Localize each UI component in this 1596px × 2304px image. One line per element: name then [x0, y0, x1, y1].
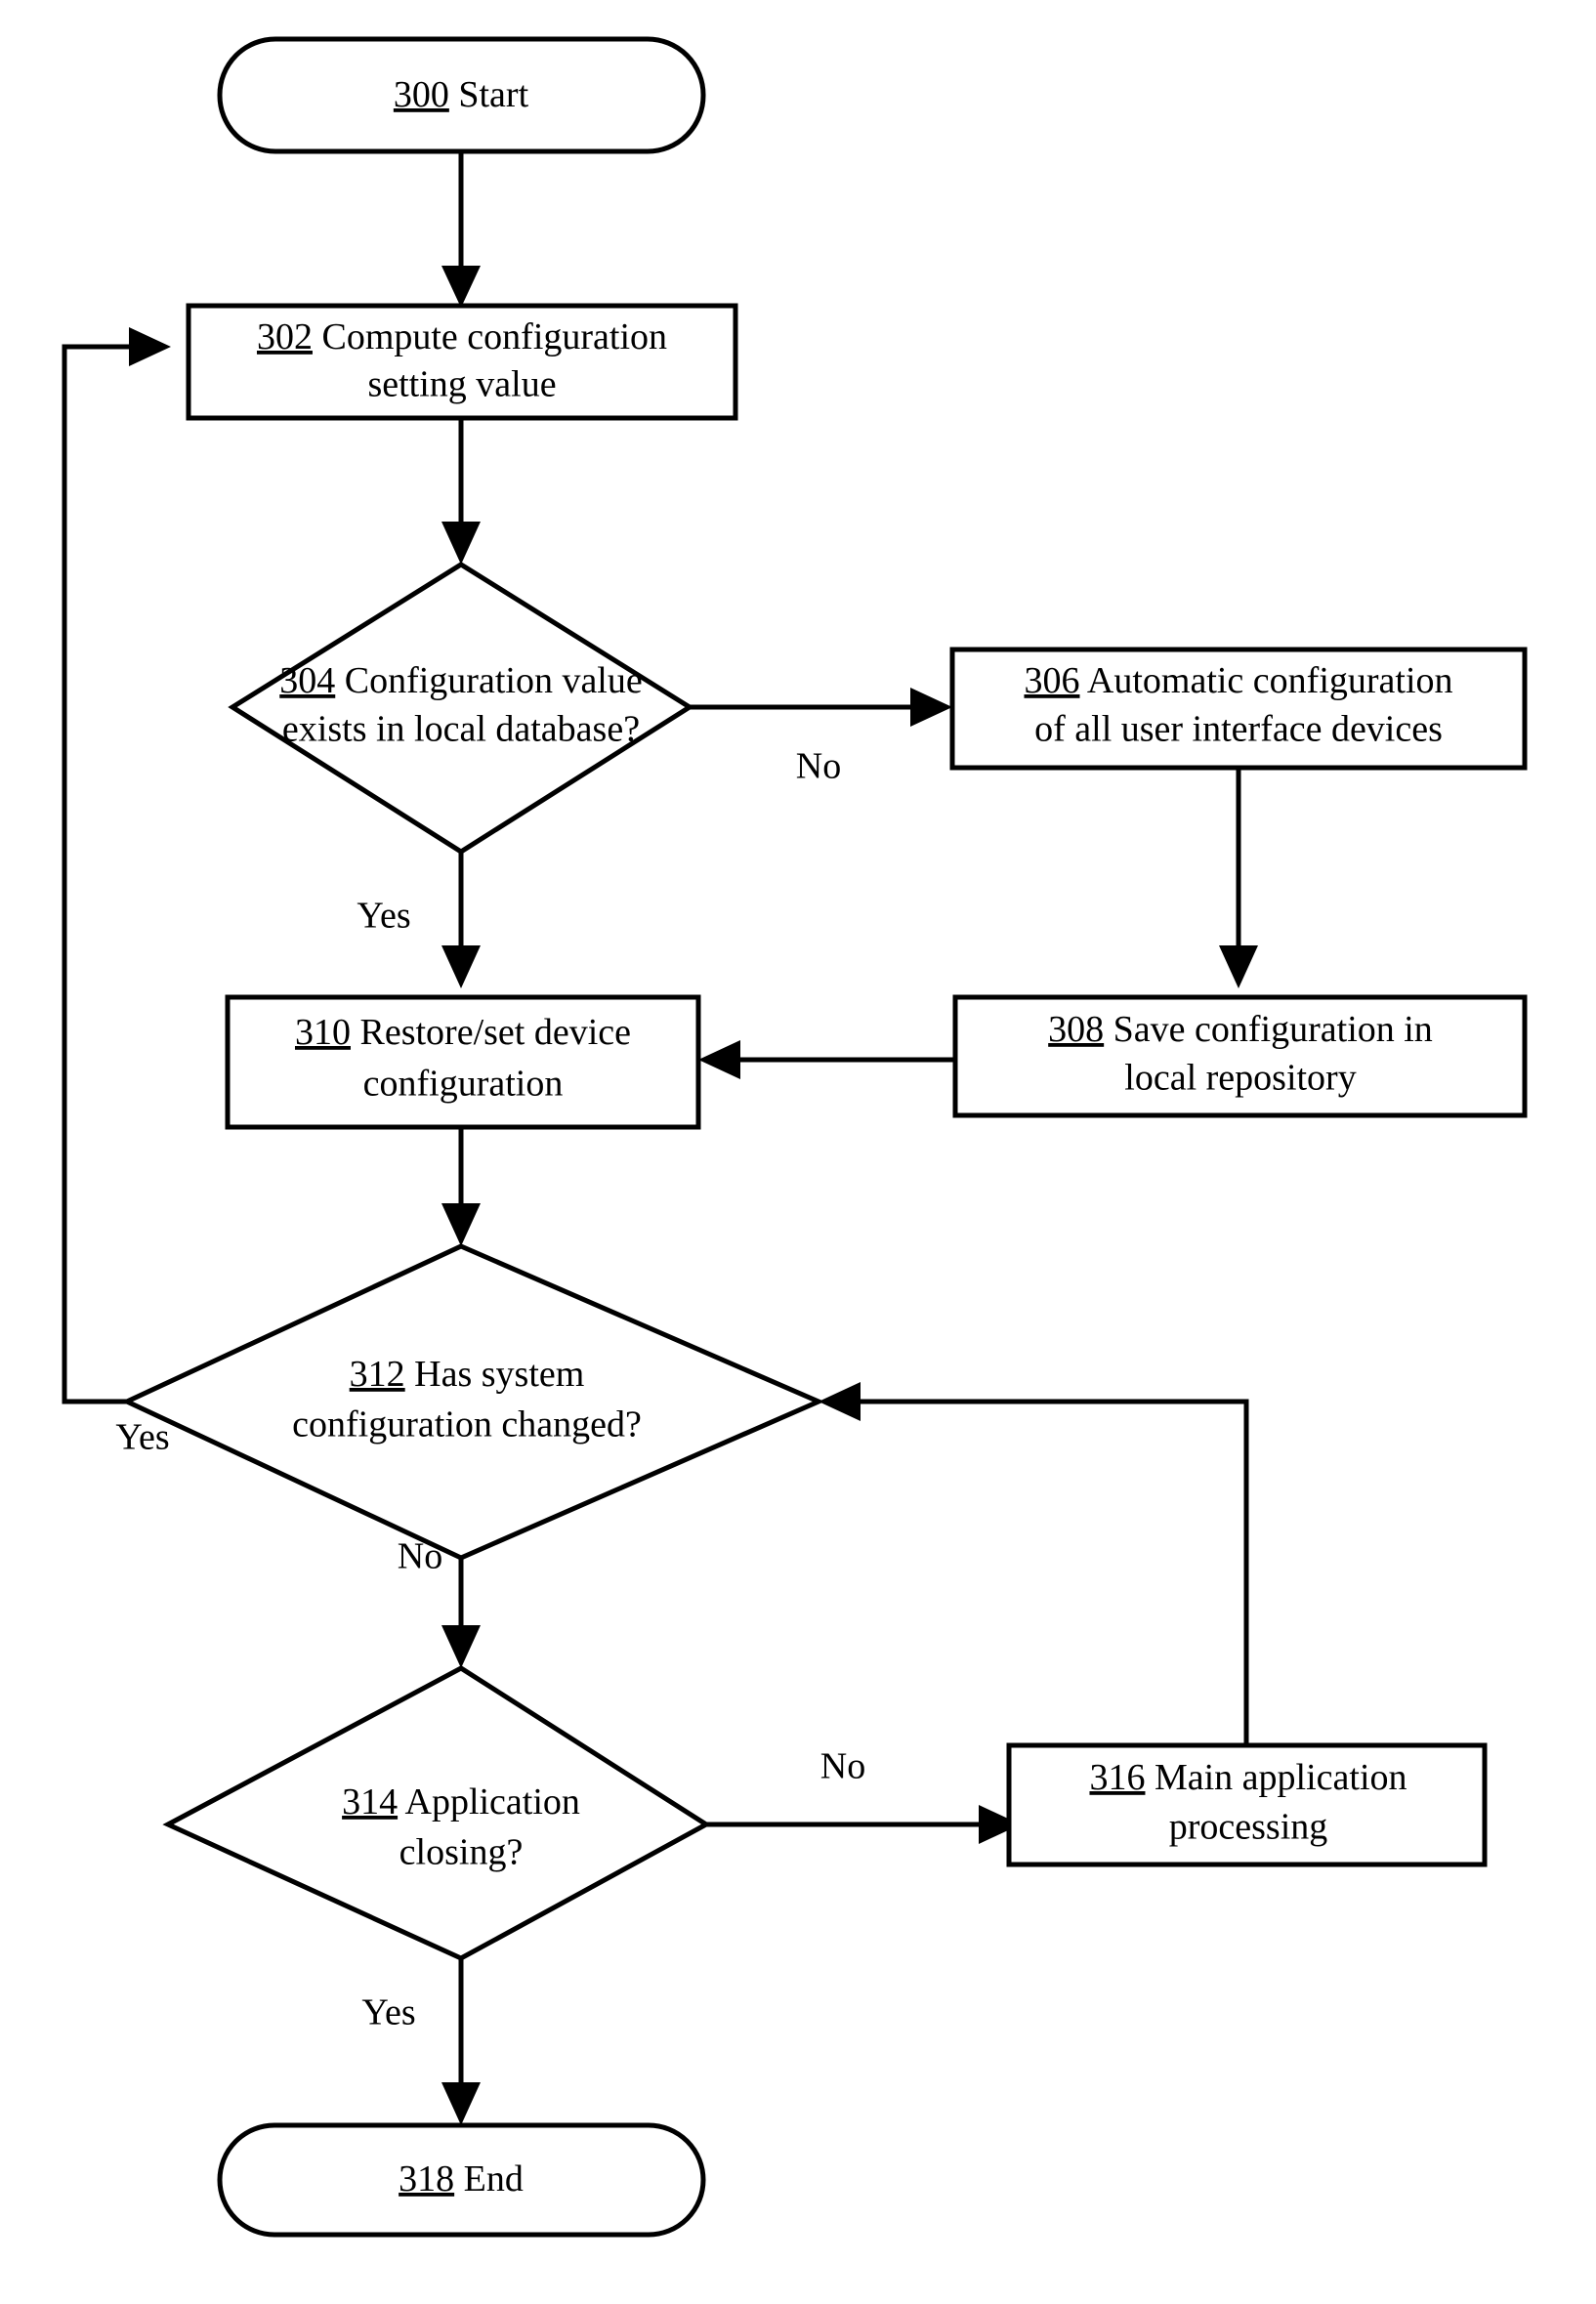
- node-302-compute-configuration[interactable]: 302 Compute configuration setting value: [186, 303, 738, 421]
- node-310-label-line2: configuration: [363, 1064, 564, 1105]
- node-316-main-application-processing[interactable]: 316 Main application processing: [1006, 1742, 1488, 1867]
- edge-300-to-302: [441, 151, 481, 308]
- arrowhead-down-icon: [1219, 945, 1258, 988]
- edge-316-to-312: [819, 1382, 1249, 1745]
- edge-label-314-no: No: [820, 1746, 865, 1787]
- edge-306-to-308: [1219, 768, 1258, 988]
- node-310-restore-set-device[interactable]: 310 Restore/set device configuration: [225, 994, 701, 1130]
- node-312-label-line2: configuration changed?: [292, 1404, 642, 1445]
- edge-310-to-312: [441, 1127, 481, 1246]
- edge-314-to-316-no: [706, 1805, 1021, 1844]
- arrowhead-left-icon: [698, 1040, 740, 1079]
- arrowhead-down-icon: [441, 945, 481, 988]
- arrowhead-right-icon: [129, 327, 171, 366]
- arrowhead-left-icon: [819, 1382, 861, 1421]
- edge-label-312-no: No: [398, 1536, 442, 1577]
- node-304-config-exists-decision[interactable]: 304 Configuration value exists in local …: [228, 562, 694, 855]
- edge-312-to-302-yes: [62, 327, 171, 1404]
- flowchart-page: 300 Start 302 Compute configuration sett…: [0, 0, 1596, 2304]
- node-312-config-changed-decision[interactable]: 312 Has system configuration changed?: [121, 1243, 825, 1561]
- node-314-label-line1: 314 Application: [342, 1781, 580, 1822]
- arrowhead-right-icon: [910, 688, 952, 727]
- node-312-label-line1: 312 Has system: [350, 1354, 585, 1395]
- node-304-label-line1: 304 Configuration value: [279, 660, 642, 701]
- node-302-label-line2: setting value: [367, 364, 556, 405]
- node-shape-decision: [121, 1243, 825, 1561]
- arrowhead-down-icon: [441, 522, 481, 565]
- edge-line: [858, 1399, 1249, 1745]
- edge-label-304-no: No: [796, 746, 841, 787]
- arrowhead-down-icon: [441, 2082, 481, 2125]
- edge-line: [62, 344, 147, 1404]
- node-318-label: 318 End: [399, 2158, 524, 2199]
- node-308-label-line1: 308 Save configuration in: [1048, 1009, 1433, 1050]
- node-318-end[interactable]: 318 End: [217, 2122, 706, 2238]
- arrowhead-down-icon: [441, 1203, 481, 1246]
- node-316-label-line1: 316 Main application: [1089, 1757, 1407, 1798]
- node-316-label-line2: processing: [1169, 1807, 1328, 1848]
- node-306-label-line2: of all user interface devices: [1034, 709, 1443, 750]
- node-306-label-line1: 306 Automatic configuration: [1024, 660, 1452, 701]
- edge-label-304-yes: Yes: [357, 896, 410, 937]
- node-306-automatic-configuration[interactable]: 306 Automatic configuration of all user …: [949, 647, 1528, 771]
- node-310-label-line1: 310 Restore/set device: [295, 1012, 631, 1053]
- arrowhead-down-icon: [441, 1625, 481, 1668]
- arrowhead-down-icon: [441, 266, 481, 308]
- edge-label-314-yes: Yes: [361, 1992, 415, 2033]
- node-308-label-line2: local repository: [1124, 1058, 1356, 1099]
- edge-label-312-yes: Yes: [115, 1417, 169, 1458]
- node-304-label-line2: exists in local database?: [282, 709, 640, 750]
- node-300-start[interactable]: 300 Start: [217, 36, 706, 154]
- edge-304-to-310-yes: [441, 852, 481, 988]
- edge-304-to-306-no: [690, 688, 952, 727]
- node-302-label-line1: 302 Compute configuration: [257, 316, 667, 357]
- edge-312-to-314-no: [441, 1558, 481, 1668]
- node-300-label: 300 Start: [394, 74, 529, 115]
- flowchart-canvas: 300 Start 302 Compute configuration sett…: [62, 36, 1528, 2238]
- edge-314-to-318-yes: [441, 1958, 481, 2125]
- node-314-label-line2: closing?: [399, 1832, 524, 1873]
- edge-308-to-310: [698, 1040, 955, 1079]
- node-308-save-configuration[interactable]: 308 Save configuration in local reposito…: [952, 994, 1528, 1118]
- edge-302-to-304: [441, 418, 481, 565]
- node-314-application-closing-decision[interactable]: 314 Application closing?: [162, 1665, 711, 1961]
